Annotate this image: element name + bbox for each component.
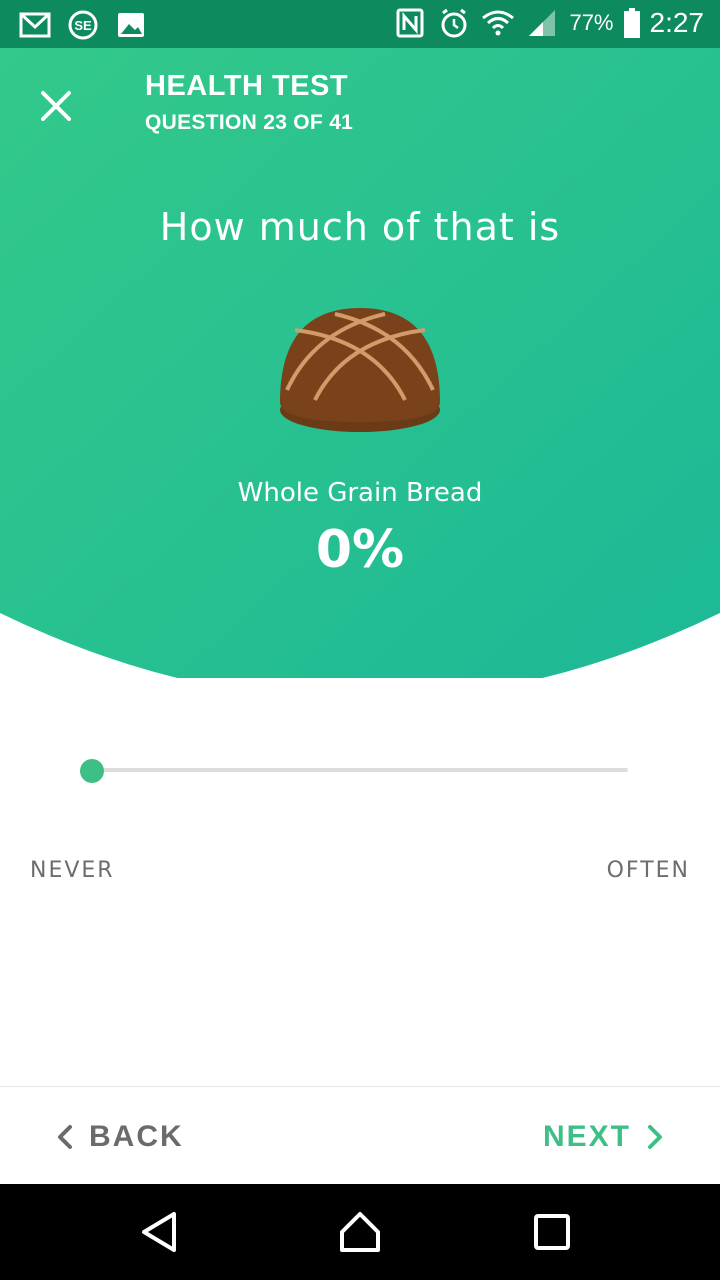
recents-nav-icon[interactable] [524, 1204, 580, 1260]
nfc-icon [396, 8, 424, 38]
status-bar: SE 77% 2:27 [0, 0, 720, 48]
frequency-slider-thumb[interactable] [80, 759, 104, 783]
clock-time: 2:27 [649, 7, 705, 38]
bread-icon [280, 308, 440, 432]
back-button[interactable]: BACK [55, 1115, 184, 1159]
back-nav-icon[interactable] [132, 1204, 188, 1260]
battery-icon [623, 8, 640, 38]
next-button[interactable]: NEXT [543, 1115, 665, 1159]
food-name: Whole Grain Bread [237, 478, 483, 508]
battery-percent: 77% [569, 10, 614, 35]
slider-min-label: NEVER [30, 858, 115, 883]
svg-text:SE: SE [74, 18, 92, 33]
header-titles: HEALTH TEST QUESTION 23 OF 41 [145, 70, 353, 135]
back-label: BACK [89, 1120, 184, 1153]
slider-max-label: OFTEN [606, 858, 690, 883]
close-icon[interactable] [30, 80, 82, 132]
frequency-percent: 0% [315, 520, 405, 580]
gmail-icon [19, 12, 51, 38]
chevron-left-icon [58, 1125, 72, 1149]
footer-divider [0, 1086, 720, 1087]
image-icon [118, 13, 144, 37]
alarm-icon [441, 8, 467, 38]
next-label: NEXT [542, 1120, 631, 1153]
question-text: How much of that is [159, 205, 561, 249]
question-counter: QUESTION 23 OF 41 [145, 111, 354, 134]
home-nav-icon[interactable] [332, 1204, 388, 1260]
cell-signal-icon [529, 10, 556, 36]
app-notification-icon: SE [68, 10, 98, 40]
page-title: HEALTH TEST [145, 70, 349, 102]
wifi-icon [482, 10, 515, 36]
chevron-right-icon [648, 1125, 662, 1149]
navigation-bar [0, 1184, 720, 1280]
frequency-slider-track[interactable] [92, 768, 628, 772]
